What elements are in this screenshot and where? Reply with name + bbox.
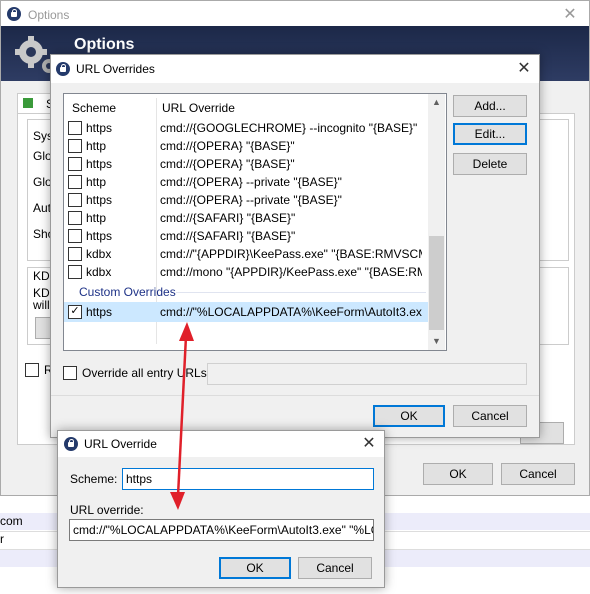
row-url: cmd://{OPERA} --private "{BASE}" [160,193,342,207]
url-override-dialog: URL Override ✕ Scheme: https URL overrid… [57,430,385,588]
col-header-scheme[interactable]: Scheme [72,101,116,115]
vertical-scrollbar[interactable]: ▲ ▼ [428,94,445,350]
options-header-text: Options [74,36,135,53]
row-checkbox[interactable] [68,247,82,261]
custom-overrides-group-label: Custom Overrides [79,285,176,299]
url-override-ok-button[interactable]: OK [219,557,291,579]
url-overrides-ok-button[interactable]: OK [373,405,445,427]
row-url: cmd://"%LOCALAPPDATA%\KeeForm\AutoIt3.ex… [160,305,422,319]
add-button[interactable]: Add... [453,95,527,117]
row-scheme: https [86,305,113,319]
scrollbar-thumb[interactable] [429,236,444,330]
url-override-titlebar: URL Override ✕ [58,431,384,457]
url-override-input[interactable]: cmd://"%LOCALAPPDATA%\KeeForm\AutoIt3.ex… [69,519,374,541]
keepass-lock-icon [7,7,21,21]
list-item-selected[interactable]: ✓ https cmd://"%LOCALAPPDATA%\KeeForm\Au… [64,302,428,322]
url-override-title: URL Override [84,437,157,451]
override-all-input[interactable] [207,363,527,385]
url-overrides-dialog: URL Overrides ✕ Scheme URL Override http… [50,54,540,438]
row-checkbox[interactable] [68,193,82,207]
list-item[interactable]: kdbx cmd://"{APPDIR}\KeePass.exe" "{BASE:… [64,245,428,263]
list-rows: https cmd://{GOOGLECHROME} --incognito "{… [64,119,428,279]
edit-button[interactable]: Edit... [453,123,527,145]
row-checkbox[interactable] [68,121,82,135]
background-row-text: r [0,532,4,546]
row-checkbox[interactable] [68,175,82,189]
scheme-label: Scheme: [70,472,118,486]
tab-icon [23,98,33,108]
keepass-lock-icon [56,62,70,76]
col-header-override[interactable]: URL Override [162,101,235,115]
row-url: cmd://{OPERA} --private "{BASE}" [160,175,342,189]
kde-label: will [33,298,50,312]
row-scheme: kdbx [86,247,112,261]
row-url: cmd://"{APPDIR}\KeePass.exe" "{BASE:RMVS… [160,247,422,261]
keepass-lock-icon [64,437,78,451]
options-title: Options [28,8,70,22]
override-all-checkbox[interactable] [63,366,77,380]
options-cancel-button[interactable]: Cancel [501,463,575,485]
row-scheme: kdbx [86,265,112,279]
list-item[interactable]: http cmd://{OPERA} --private "{BASE}" [64,173,428,191]
row-scheme: https [86,121,113,135]
url-override-close-icon[interactable]: ✕ [356,433,382,455]
background-row-text: com [0,514,23,528]
row-url: cmd://{SAFARI} "{BASE}" [160,211,296,225]
overrides-list[interactable]: Scheme URL Override https cmd://{GOOGLECH… [63,93,447,351]
group-divider [176,292,426,293]
override-all-label: Override all entry URLs: [82,366,211,380]
url-overrides-title: URL Overrides [76,62,155,76]
options-ok-button[interactable]: OK [423,463,493,485]
list-item[interactable]: https cmd://{OPERA} --private "{BASE}" [64,191,428,209]
list-item[interactable]: http cmd://{SAFARI} "{BASE}" [64,209,428,227]
list-item[interactable]: https cmd://{GOOGLECHROME} --incognito "{… [64,119,428,137]
row-checkbox[interactable] [68,211,82,225]
row-url: cmd://{SAFARI} "{BASE}" [160,229,296,243]
row-scheme: https [86,157,113,171]
list-item[interactable]: kdbx cmd://mono "{APPDIR}/KeePass.exe" "{… [64,263,428,281]
row-url: cmd://mono "{APPDIR}/KeePass.exe" "{BASE… [160,265,422,279]
row-checkbox-checked[interactable]: ✓ [68,305,82,319]
dialog-divider [51,395,539,396]
row-scheme: https [86,193,113,207]
url-overrides-close-icon[interactable]: ✕ [511,58,537,80]
row-checkbox[interactable] [68,157,82,171]
row-url: cmd://{GOOGLECHROME} --incognito "{BASE}… [160,121,418,135]
list-item[interactable]: https cmd://{SAFARI} "{BASE}" [64,227,428,245]
row-checkbox[interactable] [68,229,82,243]
scroll-up-icon[interactable]: ▲ [428,94,445,111]
delete-button[interactable]: Delete [453,153,527,175]
row-scheme: http [86,139,107,153]
row-url: cmd://{OPERA} "{BASE}" [160,157,295,171]
list-item[interactable]: https cmd://{OPERA} "{BASE}" [64,155,428,173]
row-scheme: http [86,175,107,189]
list-item[interactable]: http cmd://{OPERA} "{BASE}" [64,137,428,155]
url-override-label: URL override: [70,503,144,517]
row-scheme: https [86,229,113,243]
url-override-cancel-button[interactable]: Cancel [298,557,372,579]
scheme-input[interactable]: https [122,468,374,490]
row-checkbox[interactable] [68,265,82,279]
row-checkbox[interactable] [68,139,82,153]
row-url: cmd://{OPERA} "{BASE}" [160,139,295,153]
scroll-down-icon[interactable]: ▼ [428,333,445,350]
url-overrides-cancel-button[interactable]: Cancel [453,405,527,427]
row-scheme: http [86,211,107,225]
r-checkbox[interactable] [25,363,39,377]
url-overrides-titlebar: URL Overrides ✕ [51,55,539,83]
options-close-icon[interactable]: ✕ [557,4,583,26]
